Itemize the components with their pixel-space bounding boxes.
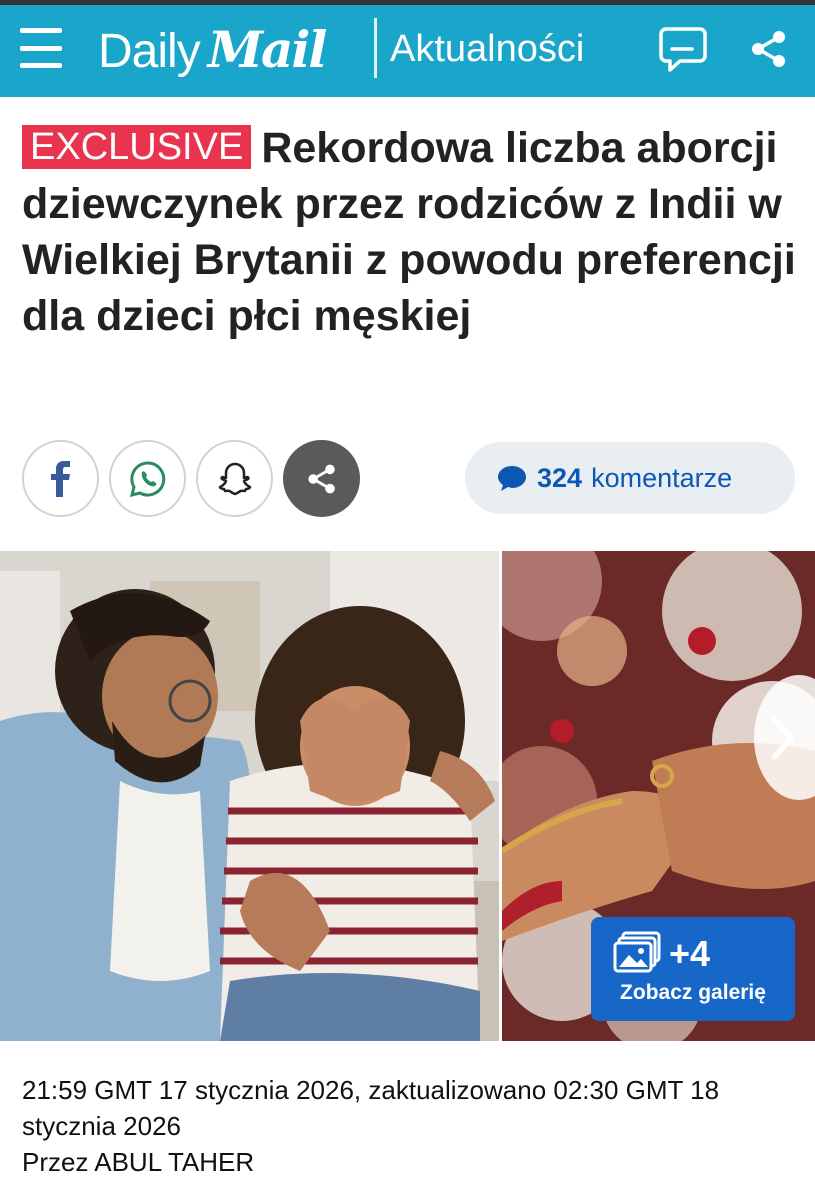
headline-block: EXCLUSIVE Rekordowa liczba aborcji dziewc… [22,120,797,344]
share-icon [307,464,335,493]
gallery-count: +4 [669,933,711,974]
brand-logo[interactable]: Daily Mail [98,20,328,79]
facebook-share-button[interactable] [22,440,99,517]
article-meta: 21:59 GMT 17 stycznia 2026, zaktualizowa… [22,1072,802,1180]
facebook-icon [50,460,70,497]
comments-label: komentarze [591,462,733,493]
publish-date: 21:59 GMT 17 stycznia 2026, zaktualizowa… [22,1075,720,1141]
gallery-label: Zobacz galerię [620,981,766,1004]
comment-bubble-icon [659,27,707,72]
header-divider [374,18,377,78]
comments-header-button[interactable] [656,22,710,76]
top-header: Daily Mail Aktualności [0,0,815,97]
couple-photo [0,551,499,1041]
section-title[interactable]: Aktualności [390,28,584,71]
brand-daily: Daily [98,25,201,78]
exclusive-badge: EXCLUSIVE [22,125,252,169]
comment-bubble-icon [498,466,526,491]
comments-count: 324 [537,462,583,493]
brand-mail: Mail [207,20,328,79]
more-share-button[interactable] [283,440,360,517]
share-header-button[interactable] [742,22,796,76]
snapchat-icon [218,462,251,495]
whatsapp-icon [129,460,165,497]
top-border [0,0,815,5]
couple-illustration [0,551,499,1041]
snapchat-share-button[interactable] [196,440,273,517]
share-icon [752,31,785,67]
article-headline: EXCLUSIVE Rekordowa liczba aborcji dziewc… [22,120,797,344]
author-byline[interactable]: Przez ABUL TAHER [22,1144,802,1180]
gallery-icon [613,931,661,973]
comments-button[interactable]: 324 komentarze [465,442,795,514]
whatsapp-share-button[interactable] [109,440,186,517]
gallery-button[interactable]: +4 Zobacz galerię [591,917,795,1021]
menu-icon[interactable] [20,28,62,68]
chevron-right-icon [771,716,795,759]
share-row: 324 komentarze [22,440,802,518]
